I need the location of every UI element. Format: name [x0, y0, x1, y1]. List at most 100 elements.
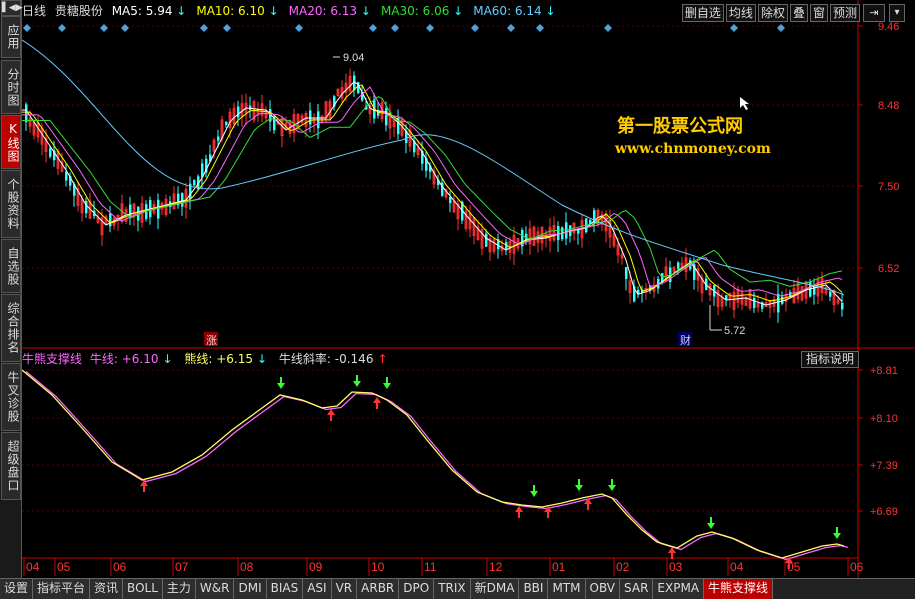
buy-arrow-icon-head: [327, 409, 335, 415]
niu-line-value: 牛线: +6.10 ↓: [90, 352, 177, 366]
sidebar-item-0[interactable]: 应用: [1, 16, 21, 58]
tab-11[interactable]: DPO: [399, 579, 435, 599]
sell-arrow-icon-head: [277, 383, 285, 389]
tab-18[interactable]: EXPMA: [653, 579, 705, 599]
x-tick-label: 10: [371, 560, 385, 574]
candle-down: [841, 302, 844, 310]
chevron-down-icon[interactable]: ▾: [889, 4, 905, 22]
chart-toolbar: 删自选 均线 除权叠窗预测: [681, 4, 860, 22]
x-tick-label: 07: [175, 560, 189, 574]
info-diamond-icon: [777, 24, 785, 32]
tab-14[interactable]: BBI: [519, 579, 549, 599]
down-arrow-icon: ↓: [268, 4, 279, 18]
candle-down: [557, 225, 560, 241]
info-diamond-icon: [426, 24, 434, 32]
tab-6[interactable]: DMI: [234, 579, 267, 599]
candle-down: [225, 121, 228, 126]
x-tick-label: 02: [616, 560, 630, 574]
xiong-line-value: 熊线: +6.15 ↓: [184, 352, 271, 366]
toolbar-button-1[interactable]: 均线: [725, 4, 756, 22]
indicator-tick-label: +8.81: [870, 365, 898, 377]
x-tick-label: 06: [113, 560, 127, 574]
kline-svg[interactable]: 9.46 8.48 7.50 6.52 +8.81 +8.10 +7.39 +6.69 04 05…: [21, 0, 915, 578]
candle-down: [485, 233, 488, 247]
tab-8[interactable]: ASI: [303, 579, 332, 599]
price-tick-label: 6.52: [878, 263, 899, 275]
down-arrow-icon: ↓: [453, 4, 464, 18]
xiong-line: [21, 369, 845, 559]
tab-2[interactable]: 资讯: [90, 579, 124, 599]
tab-0[interactable]: 设置: [0, 579, 34, 599]
chart-area[interactable]: 9.46 8.48 7.50 6.52 +8.81 +8.10 +7.39 +6.69 04 05…: [21, 0, 915, 580]
watermark-url: www.chnmoney.com: [615, 141, 771, 157]
candle-down: [157, 199, 160, 219]
toolbar-button-3[interactable]: 叠: [789, 4, 808, 22]
sidebar-item-1[interactable]: 分时图: [1, 60, 21, 114]
tab-17[interactable]: SAR: [620, 579, 654, 599]
toolbar-button-2[interactable]: 除权: [757, 4, 788, 22]
down-arrow-icon: ↓: [360, 4, 371, 18]
zhang-label: 涨: [206, 334, 217, 347]
down-arrow-icon: ↓: [545, 4, 556, 18]
candle-down: [829, 291, 832, 297]
low-price-label: 5.72: [724, 325, 745, 337]
sell-arrow-icon-head: [833, 533, 841, 539]
x-tick-label: 06: [850, 560, 864, 574]
ma-label-0: MA5: 5.94 ↓: [111, 4, 187, 18]
sidebar-item-4[interactable]: 自选股: [1, 239, 21, 293]
info-diamond-icon: [369, 24, 377, 32]
toolbar-button-0[interactable]: 删自选: [681, 4, 724, 22]
candle-down: [237, 106, 240, 118]
tab-4[interactable]: 主力: [162, 579, 196, 599]
sidebar-item-7[interactable]: 超级盘口: [1, 432, 21, 500]
sidebar-item-2[interactable]: K线图: [1, 115, 21, 169]
x-tick-label: 04: [730, 560, 744, 574]
toolbar-button-5[interactable]: 预测: [829, 4, 860, 22]
info-diamond-icon: [536, 24, 544, 32]
sidebar-nav-arrows[interactable]: ▌◀▶: [1, 0, 23, 16]
info-diamond-icon: [730, 24, 738, 32]
tab-1[interactable]: 指标平台: [33, 579, 91, 599]
down-arrow-icon: ↓: [257, 352, 268, 366]
sell-arrow-icon-head: [608, 485, 616, 491]
toolbar-arrow-icon[interactable]: ⇥: [863, 4, 885, 22]
candle-down: [217, 136, 220, 141]
tab-16[interactable]: OBV: [585, 579, 621, 599]
candle-down: [85, 200, 88, 214]
x-tick-label: 11: [424, 560, 437, 574]
tab-3[interactable]: BOLL: [123, 579, 163, 599]
x-tick-label: 05: [57, 560, 71, 574]
tab-9[interactable]: VR: [331, 579, 358, 599]
tab-13[interactable]: 新DMA: [470, 579, 520, 599]
tab-7[interactable]: BIAS: [266, 579, 304, 599]
sidebar-item-6[interactable]: 牛叉诊股: [1, 363, 21, 431]
slope-value: 牛线斜率: -0.146 ↑: [279, 352, 392, 366]
x-tick-label: 08: [240, 560, 254, 574]
info-diamond-icon: [200, 24, 208, 32]
buy-arrow-icon-head: [373, 397, 381, 403]
ma-label-1: MA10: 6.10 ↓: [196, 4, 279, 18]
indicator-help-button[interactable]: 指标说明: [801, 351, 860, 368]
tab-10[interactable]: ARBR: [357, 579, 400, 599]
ma-label-4: MA60: 6.14 ↓: [473, 4, 556, 18]
indicator-tick-label: +6.69: [870, 506, 898, 518]
tab-12[interactable]: TRIX: [434, 579, 471, 599]
indicator-tab-bar: 设置 指标平台 资讯 BOLL 主力 W&R DMI BIAS ASI VR ARBR DPO TRIX…: [0, 578, 915, 599]
candle-down: [49, 148, 52, 157]
info-diamond-icon: [604, 24, 612, 32]
down-arrow-icon: ↓: [162, 352, 173, 366]
sidebar-item-3[interactable]: 个股资料: [1, 170, 21, 238]
tab-15[interactable]: MTM: [548, 579, 586, 599]
toolbar-button-4[interactable]: 窗: [809, 4, 828, 22]
sidebar-item-5[interactable]: 综合排名: [1, 294, 21, 362]
sell-arrow-icon-head: [353, 381, 361, 387]
tab-5[interactable]: W&R: [195, 579, 235, 599]
candle-down: [181, 193, 184, 207]
sell-arrow-icon-head: [383, 383, 391, 389]
x-tick-label: 04: [26, 560, 40, 574]
candle-down: [753, 297, 756, 308]
down-arrow-icon: ↓: [176, 4, 187, 18]
tab-19[interactable]: 牛熊支撑线: [704, 579, 774, 599]
info-diamond-icon: [471, 24, 479, 32]
candle-down: [725, 295, 728, 300]
